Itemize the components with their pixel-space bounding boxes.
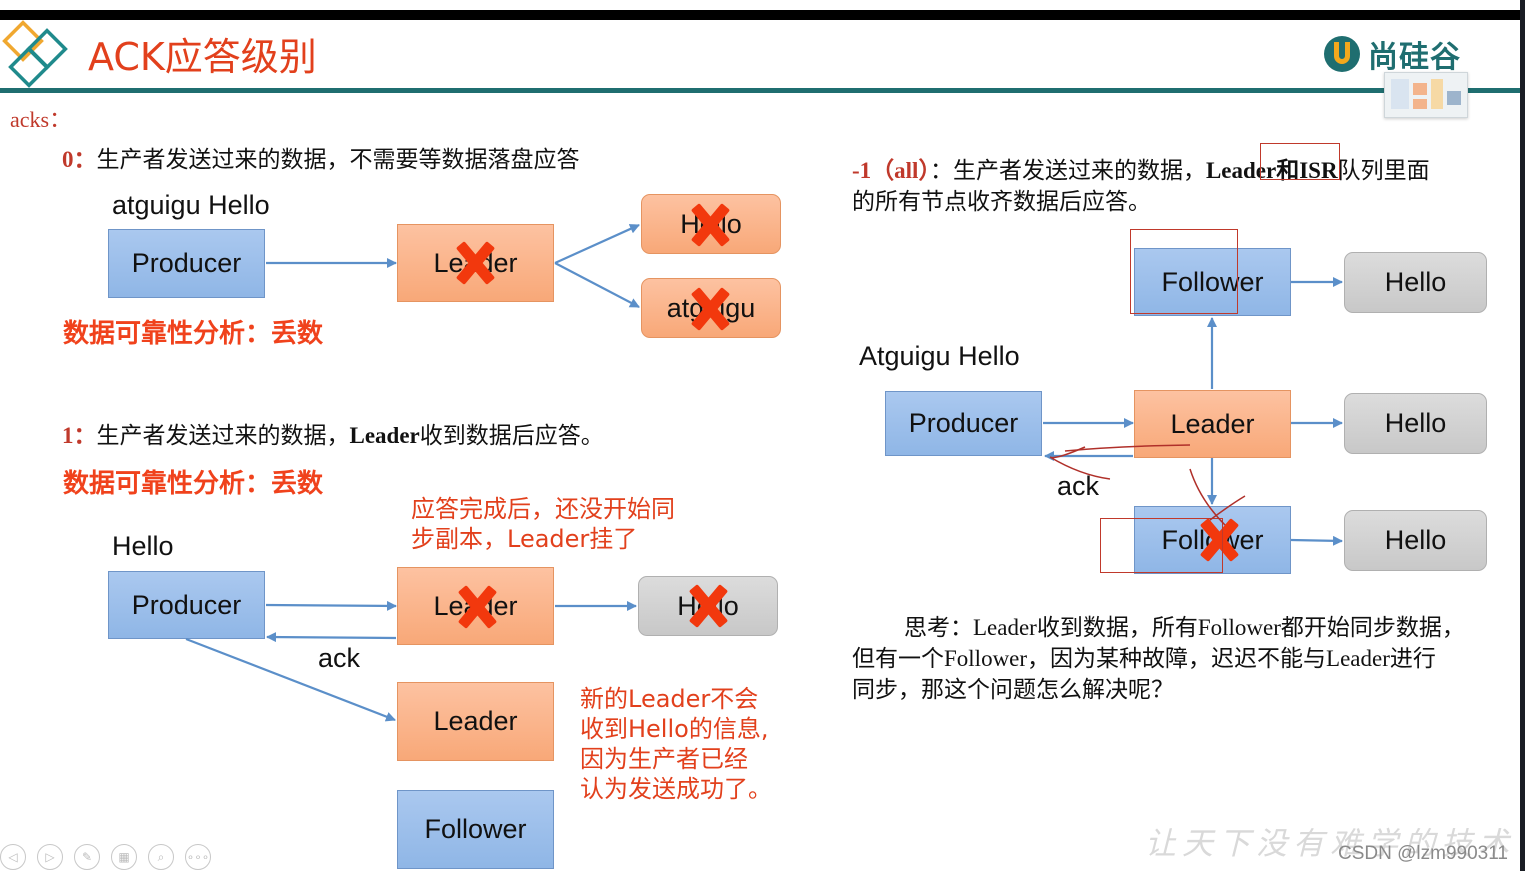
thinking-question: 思考：Leader收到数据，所有Follower都开始同步数据， 但有一个Fol… [852, 612, 1522, 705]
pen-tool-button[interactable]: ✎ [74, 844, 100, 870]
prev-icon: ◁ [8, 850, 18, 864]
ellipsis-icon: ∘∘∘ [186, 850, 210, 864]
prev-slide-button[interactable]: ◁ [0, 844, 26, 870]
arrow-l1-producer-newleader [185, 637, 396, 722]
arrow-la-follower-bottom-hello [1290, 535, 1343, 546]
zoom-button[interactable]: ⌕ [148, 844, 174, 870]
slideshow-controls: ◁ ▷ ✎ ▦ ⌕ ∘∘∘ [0, 844, 211, 870]
arrow-l0-leader-hello [554, 223, 640, 265]
magnifier-icon: ⌕ [157, 849, 165, 864]
grid-icon: ▦ [118, 850, 130, 864]
think-line-2: 但有一个Follower，因为某种故障，迟迟不能与Leader进行 [852, 646, 1436, 671]
csdn-watermark: CSDN @lzm990311 [1338, 843, 1508, 864]
slides-overview-button[interactable]: ▦ [111, 844, 137, 870]
think-line-3: 同步，那这个问题怎么解决呢？ [852, 677, 1174, 702]
pen-icon: ✎ [81, 850, 93, 864]
think-line-1: 思考：Leader收到数据，所有Follower都开始同步数据， [904, 615, 1465, 640]
arrow-l1-producer-leader [265, 600, 397, 611]
arrow-l0-leader-atguigu [554, 262, 640, 308]
diagram-arrows [185, 223, 1343, 722]
next-slide-button[interactable]: ▷ [37, 844, 63, 870]
arrow-l1-ack [266, 632, 397, 643]
next-icon: ▷ [45, 850, 55, 864]
more-options-button[interactable]: ∘∘∘ [185, 844, 211, 870]
